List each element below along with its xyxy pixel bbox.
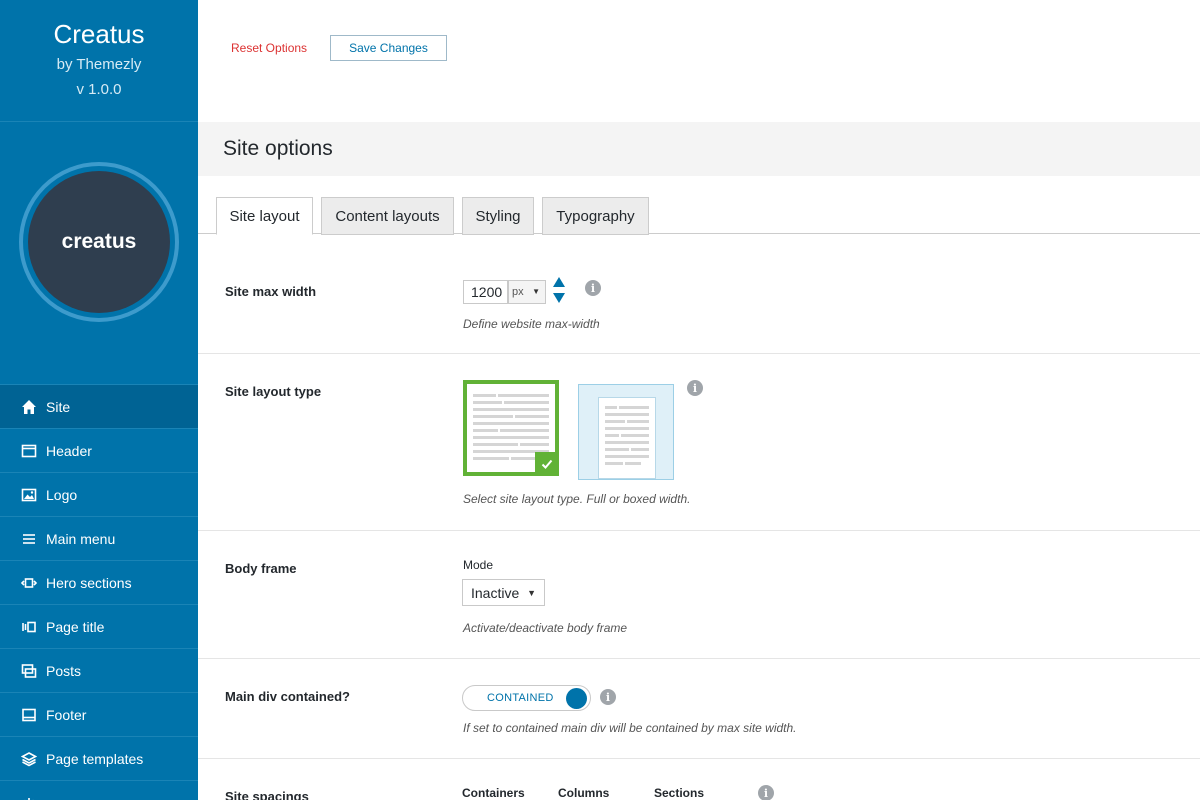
- option-description: Select site layout type. Full or boxed w…: [463, 492, 691, 506]
- sidebar-item-header[interactable]: Header: [0, 429, 198, 473]
- mode-label: Mode: [463, 558, 494, 572]
- sidebar-item-page-title[interactable]: Page title: [0, 605, 198, 649]
- logo-text: creatus: [61, 230, 137, 253]
- option-label: Site spacings: [225, 789, 309, 800]
- option-label: Site max width: [225, 284, 317, 299]
- brand-version: v 1.0.0: [76, 81, 122, 98]
- page-title: Site options: [198, 122, 1200, 176]
- spacing-col-columns: Columns: [558, 786, 610, 800]
- decrement-arrow-icon[interactable]: [553, 293, 565, 303]
- select-value: Inactive: [471, 584, 520, 601]
- body-frame-mode-select[interactable]: Inactive ▼: [462, 579, 545, 606]
- sidebar-item-label: Main menu: [46, 530, 116, 547]
- increment-arrow-icon[interactable]: [553, 277, 565, 287]
- sidebar-item-label: Footer: [46, 706, 87, 723]
- sidebar: Creatus by Themezly v 1.0.0 creatus Site…: [0, 0, 198, 800]
- brand-header: Creatus by Themezly v 1.0.0: [0, 0, 198, 122]
- info-icon[interactable]: i: [600, 689, 616, 705]
- option-main-div-contained: Main div contained? CONTAINED i If set t…: [198, 659, 1200, 759]
- unit-value: px: [512, 286, 524, 298]
- page-title-icon: [20, 619, 38, 635]
- option-site-max-width: Site max width px ▼ i Define website max…: [198, 234, 1200, 354]
- posts-icon: [20, 663, 38, 679]
- image-icon: [20, 487, 38, 503]
- option-site-layout-type: Site layout type i Select site layout ty…: [198, 354, 1200, 531]
- home-icon: [20, 399, 38, 415]
- layers-icon: [20, 751, 38, 767]
- hero-icon: [20, 575, 38, 591]
- brand-name: Creatus: [53, 19, 145, 49]
- sidebar-item-hero-sections[interactable]: Hero sections: [0, 561, 198, 605]
- caret-down-icon: ▼: [527, 588, 536, 598]
- layout-option-boxed[interactable]: [578, 384, 674, 480]
- tab-site-layout[interactable]: Site layout: [216, 197, 313, 235]
- logo: creatus: [28, 171, 170, 313]
- option-site-spacings: Site spacings Containers Columns Section…: [198, 759, 1200, 800]
- info-icon[interactable]: i: [758, 785, 774, 800]
- contained-toggle[interactable]: CONTAINED: [462, 685, 591, 711]
- sidebar-item-page-templates[interactable]: Page templates: [0, 737, 198, 781]
- sidebar-item-main-menu[interactable]: Main menu: [0, 517, 198, 561]
- option-label: Main div contained?: [225, 689, 350, 704]
- option-description: Define website max-width: [463, 317, 600, 331]
- toggle-knob: [566, 688, 587, 709]
- save-changes-button[interactable]: Save Changes: [330, 35, 447, 61]
- logo-area: creatus: [0, 122, 198, 385]
- toolbar: Reset Options Save Changes: [198, 0, 1200, 122]
- sidebar-item-label: Logo: [46, 486, 78, 503]
- sidebar-item-label: Site: [46, 398, 71, 415]
- sidebar-item-posts[interactable]: Posts: [0, 649, 198, 693]
- window-icon: [20, 443, 38, 459]
- info-icon[interactable]: i: [687, 380, 703, 396]
- unit-select[interactable]: px ▼: [508, 280, 546, 304]
- caret-down-icon: ▼: [532, 287, 540, 296]
- menu-icon: [20, 531, 38, 547]
- boxed-page-preview: [598, 397, 656, 479]
- tab-styling[interactable]: Styling: [462, 197, 534, 235]
- tab-content-layouts[interactable]: Content layouts: [321, 197, 454, 235]
- spacing-col-sections: Sections: [654, 786, 705, 800]
- star-icon: [20, 795, 38, 800]
- sidebar-item-more[interactable]: [0, 781, 198, 800]
- sidebar-item-label: Header: [46, 442, 92, 459]
- option-label: Site layout type: [225, 384, 322, 399]
- spacing-col-containers: Containers: [462, 786, 525, 800]
- tab-bar: Site layout Content layouts Styling Typo…: [198, 176, 1200, 235]
- toggle-label: CONTAINED: [487, 692, 554, 704]
- option-body-frame: Body frame Mode Inactive ▼ Activate/deac…: [198, 531, 1200, 659]
- layout-option-full[interactable]: [463, 380, 559, 476]
- option-label: Body frame: [225, 561, 297, 576]
- tab-typography[interactable]: Typography: [542, 197, 649, 235]
- footer-icon: [20, 707, 38, 723]
- check-icon: [535, 452, 559, 476]
- sidebar-item-label: Hero sections: [46, 574, 132, 591]
- sidebar-item-label: Posts: [46, 662, 82, 679]
- sidebar-item-logo[interactable]: Logo: [0, 473, 198, 517]
- brand-author: by Themezly: [56, 56, 142, 73]
- reset-options-button[interactable]: Reset Options: [231, 41, 307, 55]
- sidebar-item-label: Page title: [46, 618, 105, 635]
- number-spinner[interactable]: [552, 277, 566, 307]
- sidebar-item-site[interactable]: Site: [0, 385, 198, 429]
- info-icon[interactable]: i: [585, 280, 601, 296]
- option-description: If set to contained main div will be con…: [463, 721, 797, 735]
- sidebar-item-label: Page templates: [46, 750, 144, 767]
- max-width-input[interactable]: [463, 280, 508, 304]
- option-description: Activate/deactivate body frame: [463, 621, 628, 635]
- sidebar-item-footer[interactable]: Footer: [0, 693, 198, 737]
- main-panel: Reset Options Save Changes Site options …: [198, 0, 1200, 800]
